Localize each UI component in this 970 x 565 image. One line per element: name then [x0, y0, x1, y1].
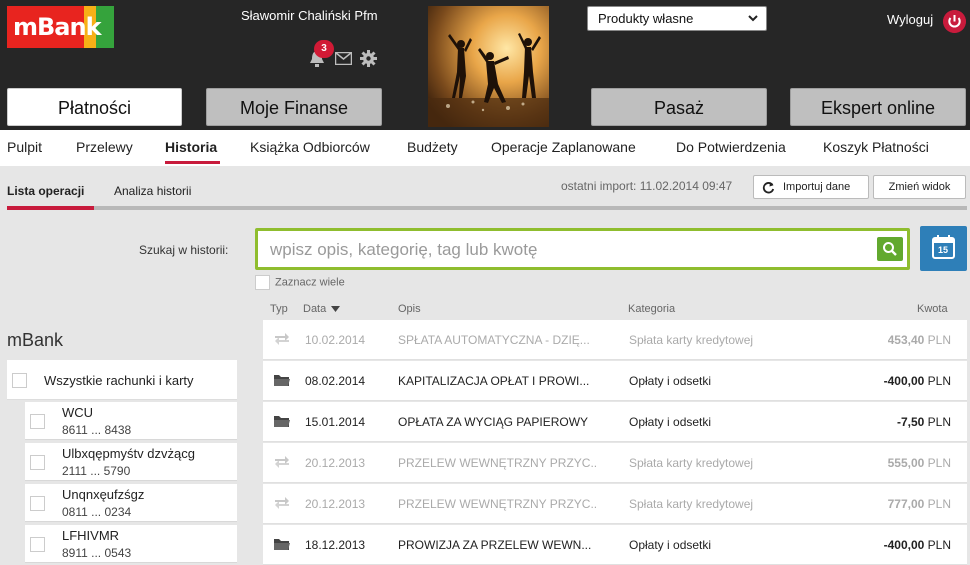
- col-date[interactable]: Data: [303, 303, 341, 315]
- mail-icon[interactable]: [335, 52, 352, 65]
- operation-category: Spłata karty kredytowej: [629, 497, 754, 511]
- select-many[interactable]: Zaznacz wiele: [255, 275, 345, 290]
- subtab-lista-operacji[interactable]: Lista operacji: [7, 184, 84, 198]
- tab-moje-finanse[interactable]: Moje Finanse: [206, 88, 382, 126]
- last-import-text: ostatni import: 11.02.2014 09:47: [561, 179, 733, 193]
- account-item[interactable]: Unqnxęufzśgz 0811 ... 0234: [25, 484, 237, 522]
- refresh-icon: [762, 182, 775, 194]
- operation-row[interactable]: 10.02.2014 SPŁATA AUTOMATYCZNA - DZIĘ... S…: [263, 320, 967, 360]
- nav-przelewy[interactable]: Przelewy: [76, 139, 133, 155]
- col-description[interactable]: Opis: [398, 303, 421, 315]
- transfer-icon: [275, 456, 289, 468]
- operation-row[interactable]: 20.12.2013 PRZELEW WEWNĘTRZNY PRZYC... Spł…: [263, 443, 967, 483]
- operation-category: Spłata karty kredytowej: [629, 456, 754, 470]
- operation-date: 15.01.2014: [305, 415, 366, 429]
- folder-icon: [274, 416, 290, 427]
- username: Sławomir Chaliński Pfm: [241, 8, 378, 23]
- col-type[interactable]: Typ: [270, 303, 288, 315]
- nav-active-indicator: [165, 161, 220, 164]
- operation-date: 18.12.2013: [305, 538, 366, 552]
- subtab-analiza-historii[interactable]: Analiza historii: [114, 184, 191, 198]
- select-many-checkbox[interactable]: [255, 275, 270, 290]
- col-category[interactable]: Kategoria: [628, 303, 675, 315]
- operation-amount: -400,00 PLN: [883, 538, 951, 552]
- operation-description: SPŁATA AUTOMATYCZNA - DZIĘ...: [398, 333, 590, 347]
- operation-amount: -400,00 PLN: [883, 374, 951, 388]
- operation-description: PRZELEW WEWNĘTRZNY PRZYC...: [398, 456, 598, 470]
- subtab-progress-bar: [7, 206, 967, 210]
- account-checkbox[interactable]: [30, 496, 45, 511]
- tab-ekspert-online[interactable]: Ekspert online: [790, 88, 966, 126]
- notification-badge: 3: [314, 40, 334, 58]
- nav-operacje-zaplanowane[interactable]: Operacje Zaplanowane: [491, 139, 636, 155]
- operation-description: KAPITALIZACJA OPŁAT I PROWI...: [398, 374, 590, 388]
- sort-down-icon: [331, 306, 341, 312]
- nav-budzety[interactable]: Budżety: [407, 139, 458, 155]
- search-box: [255, 228, 910, 270]
- transfer-icon: [275, 333, 289, 345]
- calendar-button[interactable]: 15: [920, 226, 967, 271]
- operation-category: Opłaty i odsetki: [629, 415, 712, 429]
- accounts-title: mBank: [7, 330, 64, 350]
- operation-row[interactable]: 18.12.2013 PROWIZJA ZA PRZELEW WEWN... Opł…: [263, 525, 967, 565]
- operation-row[interactable]: 20.12.2013 PRZELEW WEWNĘTRZNY PRZYC... Spł…: [263, 484, 967, 524]
- operation-description: PRZELEW WEWNĘTRZNY PRZYC...: [398, 497, 598, 511]
- product-select[interactable]: Produkty własne: [587, 6, 767, 31]
- account-checkbox[interactable]: [30, 537, 45, 552]
- nav-historia[interactable]: Historia: [165, 139, 217, 155]
- change-view-button[interactable]: Zmień widok: [873, 175, 966, 199]
- mbank-logo[interactable]: mBank: [7, 6, 114, 48]
- operation-description: OPŁATA ZA WYCIĄG PAPIEROWY: [398, 415, 589, 429]
- operation-date: 10.02.2014: [305, 333, 366, 347]
- gear-icon[interactable]: [360, 50, 377, 67]
- tab-platnosci[interactable]: Płatności: [7, 88, 182, 126]
- operation-amount: 777,00 PLN: [887, 497, 951, 511]
- search-label: Szukaj w historii:: [139, 243, 229, 257]
- nav-pulpit[interactable]: Pulpit: [7, 139, 42, 155]
- operation-category: Opłaty i odsetki: [629, 538, 712, 552]
- nav-ksiazka-odbiorcow[interactable]: Książka Odbiorców: [250, 139, 370, 155]
- operation-category: Spłata karty kredytowej: [629, 333, 754, 347]
- calendar-day: 15: [938, 245, 949, 255]
- operation-row[interactable]: 15.01.2014 OPŁATA ZA WYCIĄG PAPIEROWY Opła…: [263, 402, 967, 442]
- operation-date: 20.12.2013: [305, 497, 366, 511]
- account-checkbox[interactable]: [30, 414, 45, 429]
- nav-koszyk-platnosci[interactable]: Koszyk Płatności: [823, 139, 929, 155]
- operation-date: 08.02.2014: [305, 374, 366, 388]
- account-item[interactable]: Ulbxqępmyśtv dzvżącg 2111 ... 5790: [25, 443, 237, 481]
- search-icon: [883, 242, 897, 256]
- all-accounts-item[interactable]: Wszystkie rachunki i karty: [7, 360, 237, 400]
- operation-row[interactable]: 08.02.2014 KAPITALIZACJA OPŁAT I PROWI...…: [263, 361, 967, 401]
- logout-link[interactable]: Wyloguj: [887, 12, 933, 27]
- operation-category: Opłaty i odsetki: [629, 374, 712, 388]
- operation-amount: 555,00 PLN: [887, 456, 951, 470]
- account-checkbox[interactable]: [30, 455, 45, 470]
- folder-icon: [274, 375, 290, 386]
- operation-date: 20.12.2013: [305, 456, 366, 470]
- operation-amount: 453,40 PLN: [887, 333, 951, 347]
- operation-description: PROWIZJA ZA PRZELEW WEWN...: [398, 538, 592, 552]
- search-input[interactable]: [270, 238, 860, 262]
- import-button[interactable]: Importuj dane: [753, 175, 869, 199]
- account-item[interactable]: WCU 8611 ... 8438: [25, 402, 237, 440]
- all-accounts-checkbox[interactable]: [12, 373, 27, 388]
- nav-do-potwierdzenia[interactable]: Do Potwierdzenia: [676, 139, 786, 155]
- chevron-down-icon: [748, 15, 758, 22]
- operation-amount: -7,50 PLN: [896, 415, 951, 429]
- tab-pasaz[interactable]: Pasaż: [591, 88, 767, 126]
- folder-icon: [274, 539, 290, 550]
- account-item[interactable]: LFHIVMR 8911 ... 0543: [25, 525, 237, 563]
- header: mBank Sławomir Chaliński Pfm 3 Produkty …: [0, 0, 970, 130]
- power-icon[interactable]: [943, 10, 966, 33]
- beach-photo: [428, 6, 549, 127]
- transfer-icon: [275, 497, 289, 509]
- col-amount[interactable]: Kwota: [917, 303, 948, 315]
- search-button[interactable]: [877, 237, 903, 261]
- main-nav: Pulpit Przelewy Historia Książka Odbiorc…: [0, 130, 970, 166]
